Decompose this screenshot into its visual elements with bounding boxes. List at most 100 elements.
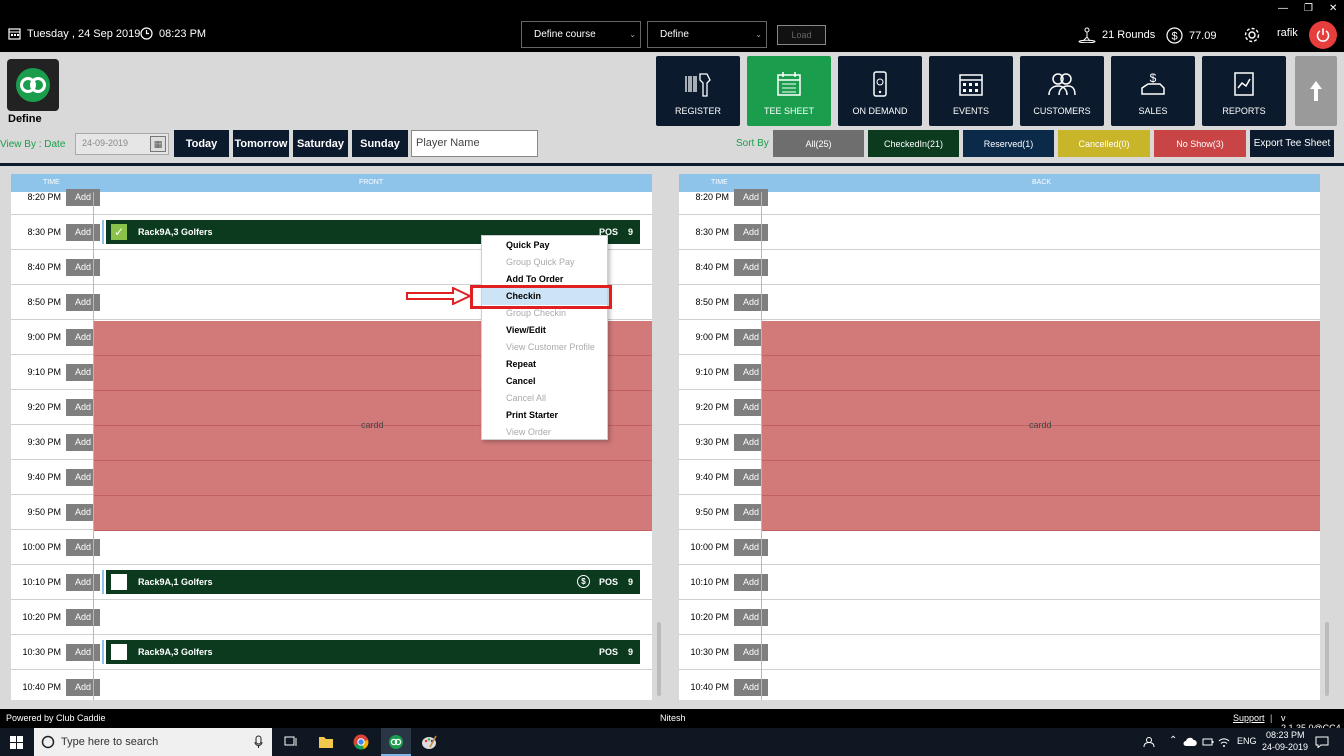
nav-sales[interactable]: $ SALES (1111, 56, 1195, 126)
logo-label: Define (8, 113, 42, 125)
language-indicator[interactable]: ENG (1237, 736, 1257, 746)
export-tee-sheet-button[interactable]: Export Tee Sheet (1250, 130, 1334, 157)
tee-time-label: 10:30 PM (690, 647, 729, 657)
menu-item-cancel[interactable]: Cancel (482, 373, 607, 390)
add-booking-button[interactable]: Add (734, 679, 768, 696)
taskbar-clock-time[interactable]: 08:23 PM (1266, 730, 1305, 740)
tee-time-label: 9:20 PM (27, 402, 61, 412)
nav-register[interactable]: REGISTER (656, 56, 740, 126)
add-booking-button[interactable]: Add (66, 224, 100, 241)
booking-row[interactable]: Rack9A,1 Golfers $ POS 9 (106, 570, 640, 594)
windows-start-icon[interactable] (10, 736, 23, 749)
add-booking-button[interactable]: Add (66, 259, 100, 276)
menu-item-repeat[interactable]: Repeat (482, 356, 607, 373)
checkin-checkbox[interactable] (111, 574, 127, 590)
taskbar-search-input[interactable]: Type here to search (34, 728, 272, 756)
tee-time-label: 8:30 PM (27, 227, 61, 237)
sort-all-button[interactable]: All(25) (773, 130, 864, 157)
add-booking-button[interactable]: Add (734, 539, 768, 556)
support-link[interactable]: Support (1233, 713, 1265, 723)
add-booking-button[interactable]: Add (734, 294, 768, 311)
sort-noshow-button[interactable]: No Show(3) (1154, 130, 1246, 157)
calendar-picker-icon[interactable]: ▦ (150, 136, 166, 152)
gear-icon[interactable] (1243, 26, 1261, 44)
add-booking-button[interactable]: Add (66, 574, 100, 591)
back-tee-sheet: TIME BACK 8:20 PM Add 8:30 PM Add 8:40 PM Add… (679, 174, 1320, 700)
menu-item-print-starter[interactable]: Print Starter (482, 407, 607, 424)
club-caddie-taskbar-button[interactable] (381, 728, 411, 756)
nav-customers[interactable]: CUSTOMERS (1020, 56, 1104, 126)
file-explorer-icon[interactable] (318, 735, 334, 749)
menu-item-quick-pay[interactable]: Quick Pay (482, 237, 607, 254)
add-booking-button[interactable]: Add (66, 679, 100, 696)
people-icon[interactable] (1143, 736, 1155, 748)
battery-icon[interactable] (1202, 737, 1214, 747)
nav-events[interactable]: EVENTS (929, 56, 1013, 126)
front-scrollbar[interactable] (657, 622, 661, 696)
back-scrollbar[interactable] (1325, 622, 1329, 696)
add-booking-button[interactable]: Add (734, 644, 768, 661)
nav-customers-label: CUSTOMERS (1033, 106, 1091, 116)
table-row (679, 285, 1320, 320)
sort-cancelled-button[interactable]: Cancelled(0) (1058, 130, 1150, 157)
add-booking-button[interactable]: Add (66, 644, 100, 661)
tee-time-label: 9:10 PM (695, 367, 729, 377)
booking-row[interactable]: Rack9A,3 Golfers POS 9 (106, 640, 640, 664)
load-button[interactable]: Load (777, 25, 826, 45)
saturday-button[interactable]: Saturday (293, 130, 348, 157)
add-booking-button[interactable]: Add (66, 609, 100, 626)
add-booking-button[interactable]: Add (734, 189, 768, 206)
define-select[interactable]: Define ⌄ (647, 21, 767, 48)
microphone-icon[interactable] (254, 735, 263, 749)
nav-reports[interactable]: REPORTS (1202, 56, 1286, 126)
tee-time-label: 9:40 PM (27, 472, 61, 482)
close-button[interactable]: ✕ (1329, 3, 1337, 14)
scroll-top-button[interactable] (1295, 56, 1337, 126)
tee-time-label: 9:40 PM (695, 472, 729, 482)
add-booking-button[interactable]: Add (66, 539, 100, 556)
today-button[interactable]: Today (174, 130, 229, 157)
table-row (11, 670, 652, 700)
sort-checkedin-button[interactable]: CheckedIn(21) (868, 130, 959, 157)
power-button[interactable] (1309, 21, 1337, 49)
checkin-checkbox[interactable] (111, 644, 127, 660)
chrome-icon[interactable] (353, 734, 369, 750)
nav-on-demand[interactable]: ON DEMAND (838, 56, 922, 126)
customers-icon (1048, 73, 1076, 96)
task-view-icon[interactable] (284, 736, 298, 748)
add-booking-button[interactable]: Add (734, 259, 768, 276)
user-name[interactable]: rafik (1277, 27, 1298, 39)
add-booking-button[interactable]: Add (734, 609, 768, 626)
checkin-checkbox[interactable]: ✓ (111, 224, 127, 240)
back-sheet-body: 8:20 PM Add 8:30 PM Add 8:40 PM Add 8:50 PM Add… (679, 189, 1320, 700)
add-booking-button[interactable]: Add (66, 294, 100, 311)
tomorrow-button[interactable]: Tomorrow (233, 130, 289, 157)
sort-by-label: Sort By (736, 138, 769, 149)
minimize-button[interactable]: — (1278, 3, 1288, 14)
wifi-icon[interactable] (1218, 736, 1230, 748)
add-booking-button[interactable]: Add (734, 574, 768, 591)
status-separator: | (1270, 713, 1273, 723)
notification-icon[interactable] (1315, 736, 1329, 748)
add-booking-button[interactable]: Add (66, 189, 100, 206)
taskbar-clock-date[interactable]: 24-09-2019 (1262, 742, 1308, 752)
nav-tee-sheet[interactable]: TEE SHEET (747, 56, 831, 126)
course-select[interactable]: Define course ⌄ (521, 21, 641, 48)
tray-chevron-up-icon[interactable]: ⌃ (1169, 735, 1177, 746)
booking-context-menu: Quick Pay Group Quick Pay Add To Order Chec… (481, 235, 608, 440)
blocked-time-block[interactable]: cardd (762, 321, 1320, 531)
sort-reserved-button[interactable]: Reserved(1) (963, 130, 1054, 157)
menu-item-view-edit[interactable]: View/Edit (482, 322, 607, 339)
tee-time-label: 9:50 PM (695, 507, 729, 517)
paint-icon[interactable] (421, 734, 437, 750)
nav-tee-sheet-label: TEE SHEET (763, 106, 814, 116)
tee-time-label: 10:30 PM (22, 647, 61, 657)
view-by-label: View By : Date (0, 139, 66, 150)
course-select-value: Define course (534, 29, 596, 40)
sunday-button[interactable]: Sunday (352, 130, 408, 157)
player-name-input[interactable]: Player Name (411, 130, 538, 157)
tee-time-label: 8:40 PM (27, 262, 61, 272)
restore-button[interactable]: ❐ (1304, 3, 1313, 14)
add-booking-button[interactable]: Add (734, 224, 768, 241)
onedrive-cloud-icon[interactable] (1183, 737, 1197, 747)
